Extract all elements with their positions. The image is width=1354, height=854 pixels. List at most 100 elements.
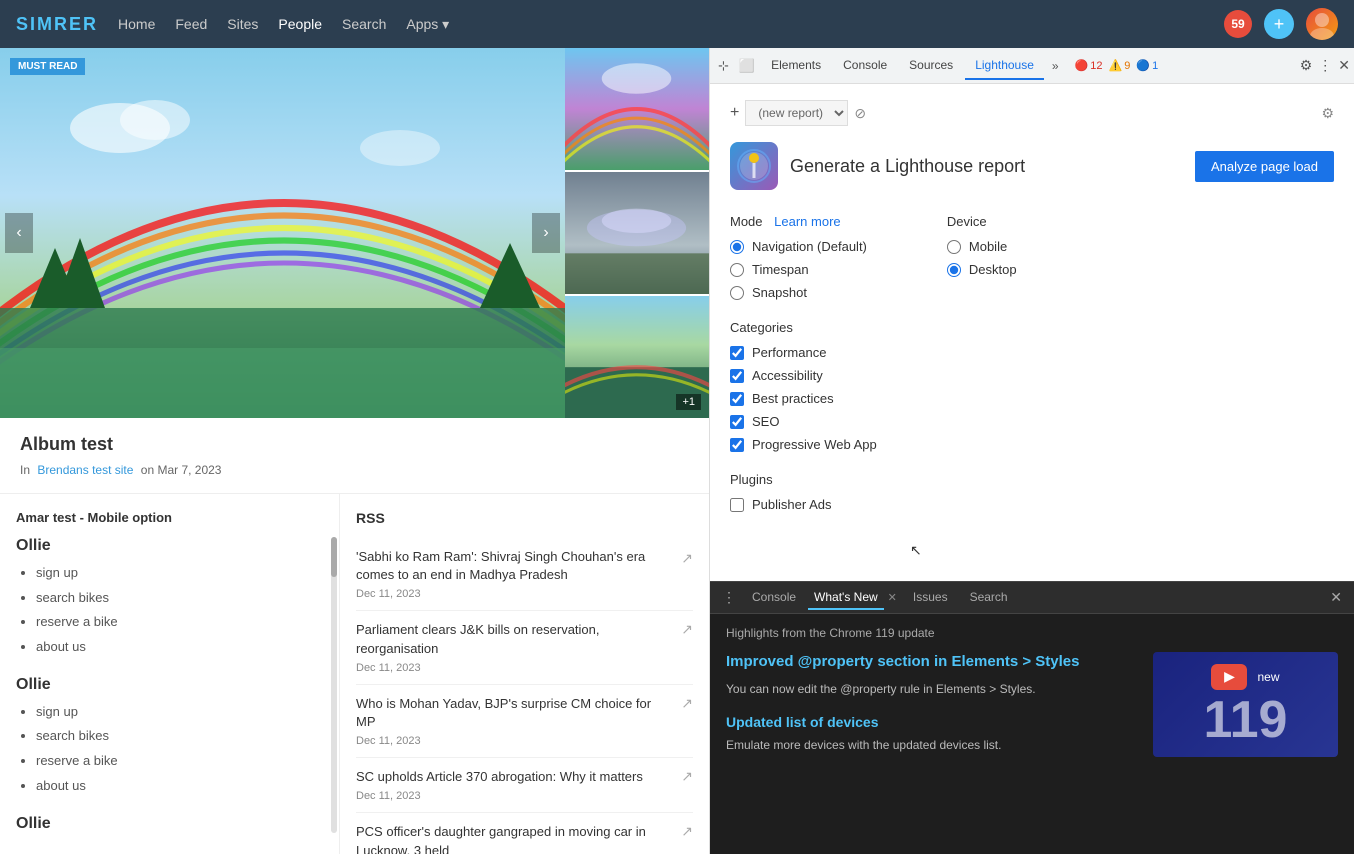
carousel-prev[interactable]: ‹ (5, 213, 33, 253)
error-badge: 🔴 12 (1075, 59, 1103, 72)
plugins-section: Plugins Publisher Ads (730, 472, 1334, 512)
mode-navigation[interactable]: Navigation (Default) (730, 239, 867, 254)
video-number: 119 (1204, 694, 1288, 746)
nav-home[interactable]: Home (118, 16, 155, 33)
nav-people[interactable]: People (278, 16, 322, 33)
thumb-3[interactable]: +1 (565, 296, 709, 418)
scrollbar-track[interactable] (331, 537, 337, 833)
ollie-list-2: sign up search bikes reserve a bike abou… (16, 700, 323, 799)
report-clear-btn[interactable]: ⊘ (854, 105, 866, 122)
drawer-tab-search[interactable]: Search (960, 586, 1018, 610)
drawer-menu-btn[interactable]: ⋮ (718, 585, 740, 610)
device-desktop-radio[interactable] (947, 263, 961, 277)
report-settings-btn[interactable]: ⚙ (1321, 105, 1334, 122)
category-best-practices[interactable]: Best practices (730, 391, 1334, 406)
category-pwa[interactable]: Progressive Web App (730, 437, 1334, 452)
plus-badge: +1 (676, 394, 701, 410)
learn-more-link[interactable]: Learn more (774, 214, 840, 229)
logo: SIMRER (16, 14, 98, 35)
album-info: Album test In Brendans test site on Mar … (0, 418, 709, 494)
devtools-tab-elements[interactable]: Elements (761, 52, 831, 80)
device-mobile-radio[interactable] (947, 240, 961, 254)
drawer-tab-issues[interactable]: Issues (903, 586, 958, 610)
list-item: reserve a bike (36, 610, 323, 635)
whats-new-article: Improved @property section in Elements >… (726, 652, 1338, 757)
whats-new-text: Improved @property section in Elements >… (726, 652, 1137, 757)
plugin-publisher-ads[interactable]: Publisher Ads (730, 497, 1334, 512)
nav-sites[interactable]: Sites (227, 16, 258, 33)
avatar[interactable] (1306, 8, 1338, 40)
list-item: search bikes (36, 586, 323, 611)
devtools-tab-lighthouse[interactable]: Lighthouse (965, 52, 1044, 80)
devtools-badges: 🔴 12 ⚠️ 9 🔵 1 (1075, 59, 1159, 72)
rss-link-icon[interactable]: ↗ (681, 550, 693, 567)
rss-item-title[interactable]: 'Sabhi ko Ram Ram': Shivraj Singh Chouha… (356, 548, 673, 584)
devtools-tab-console[interactable]: Console (833, 52, 897, 80)
analyze-page-load-btn[interactable]: Analyze page load (1195, 151, 1334, 182)
devtools-close-btn[interactable]: ✕ (1338, 57, 1350, 74)
mode-timespan[interactable]: Timespan (730, 262, 867, 277)
category-best-practices-check[interactable] (730, 392, 744, 406)
ollie-section-3: Ollie (16, 815, 323, 833)
video-new-label: new (1257, 670, 1279, 684)
carousel-section: MUST READ (0, 48, 709, 418)
rss-panel: RSS 'Sabhi ko Ram Ram': Shivraj Singh Ch… (340, 494, 709, 854)
nav-search[interactable]: Search (342, 16, 386, 33)
album-site-link[interactable]: Brendans test site (37, 463, 133, 477)
devtools-settings-btn[interactable]: ⚙ (1300, 57, 1313, 74)
rss-item-content: PCS officer's daughter gangraped in movi… (356, 823, 673, 854)
devtools-tab-sources[interactable]: Sources (899, 52, 963, 80)
mode-snapshot-radio[interactable] (730, 286, 744, 300)
rss-link-icon[interactable]: ↗ (681, 768, 693, 785)
rss-link-icon[interactable]: ↗ (681, 621, 693, 638)
carousel-main: ‹ › (0, 48, 565, 418)
mode-timespan-radio[interactable] (730, 263, 744, 277)
category-seo[interactable]: SEO (730, 414, 1334, 429)
warn-badge: ⚠️ 9 (1109, 59, 1131, 72)
whats-new-video[interactable]: ▶ new 119 (1153, 652, 1338, 757)
thumb-1[interactable] (565, 48, 709, 170)
category-performance[interactable]: Performance (730, 345, 1334, 360)
drawer-content: Highlights from the Chrome 119 update Im… (710, 614, 1354, 854)
top-nav: SIMRER Home Feed Sites People Search App… (0, 0, 1354, 48)
device-desktop[interactable]: Desktop (947, 262, 1017, 277)
mode-snapshot[interactable]: Snapshot (730, 285, 867, 300)
rss-item-date: Dec 11, 2023 (356, 790, 673, 802)
album-meta: In Brendans test site on Mar 7, 2023 (20, 463, 689, 477)
notification-badge[interactable]: 59 (1224, 10, 1252, 38)
drawer-highlight: Highlights from the Chrome 119 update (726, 626, 1338, 640)
category-performance-check[interactable] (730, 346, 744, 360)
devtools-inspect-icon[interactable]: ⬜ (735, 54, 759, 78)
devtools-cursor-icon[interactable]: ⊹ (714, 54, 733, 78)
rss-item-date: Dec 11, 2023 (356, 735, 673, 747)
category-accessibility-check[interactable] (730, 369, 744, 383)
mode-navigation-radio[interactable] (730, 240, 744, 254)
rss-item-title[interactable]: SC upholds Article 370 abrogation: Why i… (356, 768, 673, 786)
report-add-btn[interactable]: + (730, 104, 739, 122)
category-accessibility[interactable]: Accessibility (730, 368, 1334, 383)
rss-link-icon[interactable]: ↗ (681, 823, 693, 840)
category-seo-check[interactable] (730, 415, 744, 429)
rss-item-title[interactable]: Parliament clears J&K bills on reservati… (356, 621, 673, 657)
category-pwa-check[interactable] (730, 438, 744, 452)
plus-button[interactable]: + (1264, 9, 1294, 39)
rss-item-title[interactable]: PCS officer's daughter gangraped in movi… (356, 823, 673, 854)
rss-link-icon[interactable]: ↗ (681, 695, 693, 712)
carousel-next[interactable]: › (532, 213, 560, 253)
drawer-tab-whats-new[interactable]: What's New (808, 586, 884, 610)
nav-feed[interactable]: Feed (175, 16, 207, 33)
rss-item-title[interactable]: Who is Mohan Yadav, BJP's surprise CM ch… (356, 695, 673, 731)
devtools-more-tabs[interactable]: » (1046, 55, 1065, 77)
drawer-tab-console[interactable]: Console (742, 586, 806, 610)
device-mobile[interactable]: Mobile (947, 239, 1017, 254)
report-select[interactable]: (new report) (745, 100, 848, 126)
devtools-more-btn[interactable]: ⋮ (1318, 57, 1332, 74)
nav-apps[interactable]: Apps ▾ (406, 16, 449, 33)
plugins-label: Plugins (730, 472, 1334, 487)
thumb-2[interactable] (565, 172, 709, 294)
plugin-publisher-ads-check[interactable] (730, 498, 744, 512)
drawer-close-btn[interactable]: ✕ (1326, 585, 1346, 610)
lighthouse-icon (730, 142, 778, 190)
drawer-tab-whats-new-close[interactable]: ✕ (884, 589, 901, 606)
scrollbar-thumb[interactable] (331, 537, 337, 577)
